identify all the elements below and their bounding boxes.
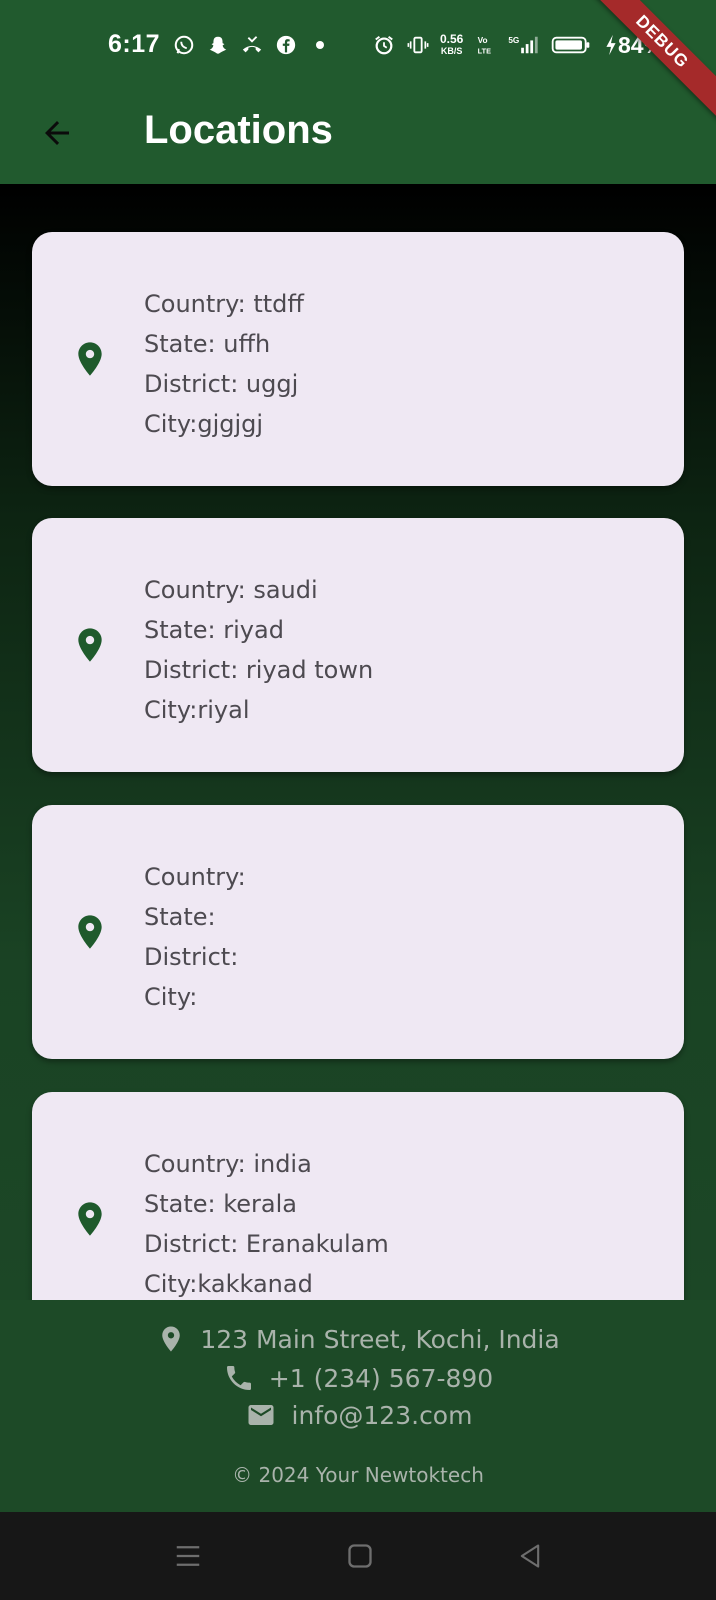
location-details: Country: ttdff State: uffh District: ugg…	[144, 284, 304, 444]
dot-icon	[308, 33, 332, 57]
snapchat-icon	[206, 33, 230, 57]
state-text: State: riyad	[144, 616, 284, 644]
location-card[interactable]: Country: State: District: City:	[32, 805, 684, 1059]
location-pin-icon	[78, 915, 102, 949]
location-details: Country: india State: kerala District: E…	[144, 1144, 389, 1300]
location-card[interactable]: Country: saudi State: riyad District: ri…	[32, 518, 684, 772]
alarm-icon	[372, 33, 396, 57]
country-text: Country: ttdff	[144, 290, 304, 318]
footer-address: 123 Main Street, Kochi, India	[0, 1322, 716, 1356]
location-details: Country: saudi State: riyad District: ri…	[144, 570, 373, 730]
app-bar: Locations	[0, 86, 716, 184]
district-text: District: uggj	[144, 370, 299, 398]
location-pin-icon	[78, 1202, 102, 1236]
footer: 123 Main Street, Kochi, India +1 (234) 5…	[0, 1300, 716, 1512]
system-nav-bar	[0, 1512, 716, 1600]
svg-text:Vo: Vo	[478, 36, 488, 45]
city-text: City:riyal	[144, 696, 250, 724]
email-text: info@123.com	[291, 1400, 473, 1430]
country-text: Country: india	[144, 1150, 312, 1178]
status-bar: 6:17 0.56 KB/S Vo LTE 5G 84%	[0, 0, 716, 86]
city-text: City:	[144, 983, 198, 1011]
city-text: City:kakkanad	[144, 1270, 313, 1298]
district-text: District: Eranakulam	[144, 1230, 389, 1258]
state-text: State: kerala	[144, 1190, 297, 1218]
battery-icon	[549, 33, 593, 57]
state-text: State:	[144, 903, 216, 931]
network-label: 5G	[509, 36, 520, 45]
home-square-icon	[348, 1544, 372, 1568]
missed-call-icon	[240, 33, 264, 57]
location-pin-icon	[162, 1326, 181, 1352]
footer-email[interactable]: info@123.com	[0, 1400, 716, 1430]
notification-icons	[172, 33, 332, 57]
home-button[interactable]	[340, 1536, 380, 1576]
back-triangle-icon	[520, 1544, 540, 1568]
whatsapp-icon	[172, 33, 196, 57]
signal-icon: 5G	[507, 33, 539, 57]
recents-button[interactable]	[168, 1536, 208, 1576]
address-text: 123 Main Street, Kochi, India	[200, 1324, 560, 1354]
country-text: Country:	[144, 863, 246, 891]
country-text: Country: saudi	[144, 576, 318, 604]
email-icon	[248, 1405, 274, 1425]
footer-phone[interactable]: +1 (234) 567-890	[0, 1362, 716, 1394]
menu-icon	[176, 1546, 200, 1566]
location-card[interactable]: Country: india State: kerala District: E…	[32, 1092, 684, 1300]
system-icons: 0.56 KB/S Vo LTE 5G	[372, 33, 619, 57]
arrow-back-icon	[45, 121, 69, 145]
location-card[interactable]: Country: ttdff State: uffh District: ugg…	[32, 232, 684, 486]
status-time: 6:17	[108, 30, 161, 58]
back-button[interactable]	[32, 108, 82, 158]
volte-icon: Vo LTE	[473, 33, 497, 57]
net-speed-unit: KB/S	[440, 45, 463, 56]
phone-text: +1 (234) 567-890	[268, 1363, 494, 1393]
location-pin-icon	[78, 342, 102, 376]
page-title: Locations	[144, 108, 333, 152]
district-text: District: riyad town	[144, 656, 374, 684]
svg-text:LTE: LTE	[478, 46, 491, 55]
locations-list[interactable]: Country: ttdff State: uffh District: ugg…	[0, 184, 716, 1300]
phone-icon	[226, 1366, 251, 1390]
back-nav-button[interactable]	[510, 1536, 550, 1576]
city-text: City:gjgjgj	[144, 410, 264, 438]
state-text: State: uffh	[144, 330, 271, 358]
charging-icon	[603, 33, 619, 57]
net-speed-value: 0.56	[440, 31, 464, 46]
net-speed: 0.56 KB/S	[440, 31, 464, 57]
location-pin-icon	[78, 628, 102, 662]
copyright-text: © 2024 Your Newtoktech	[232, 1463, 484, 1487]
facebook-icon	[274, 33, 298, 57]
vibrate-icon	[406, 33, 430, 57]
district-text: District:	[144, 943, 239, 971]
location-details: Country: State: District: City:	[144, 857, 246, 1017]
